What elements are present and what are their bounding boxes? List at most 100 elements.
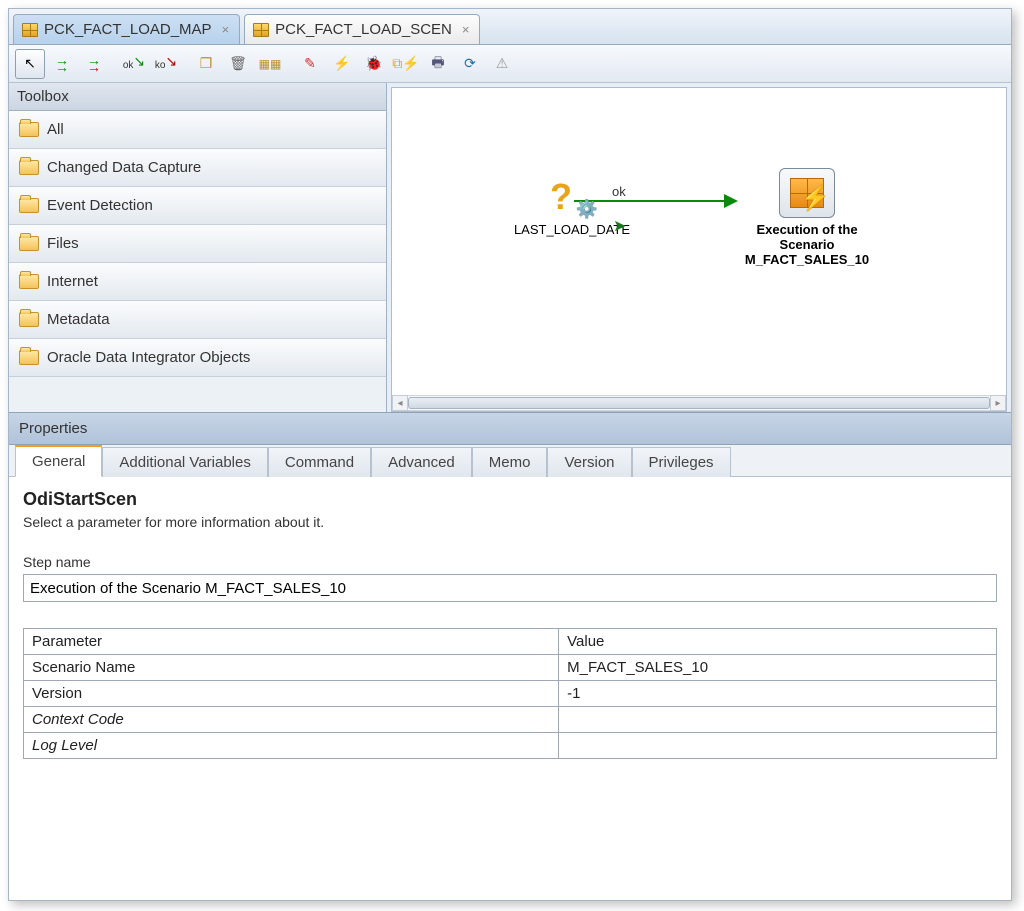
- refresh-button[interactable]: ⟳: [455, 49, 485, 79]
- ptab-label: Additional Variables: [119, 454, 250, 471]
- ok-flow-tool[interactable]: →→: [47, 49, 77, 79]
- debug-button[interactable]: 🐞: [359, 49, 389, 79]
- pencil-icon: ✎: [304, 55, 316, 72]
- package-icon: [253, 23, 269, 37]
- toolbox-cat-label: Files: [47, 235, 79, 252]
- ptab-privileges[interactable]: Privileges: [632, 447, 731, 477]
- properties-header: Properties: [9, 413, 1011, 445]
- ko-link-tool[interactable]: ko↘: [151, 49, 181, 79]
- ptab-version[interactable]: Version: [547, 447, 631, 477]
- node-scenario-execution[interactable]: ⚡ Execution of the Scenario M_FACT_SALES…: [722, 168, 892, 267]
- printer-icon: 🖶: [431, 52, 444, 76]
- properties-body: OdiStartScen Select a parameter for more…: [9, 477, 1011, 900]
- value-cell[interactable]: [559, 733, 997, 759]
- node-label: LAST_LOAD_DATE: [492, 222, 652, 237]
- ptab-label: Version: [564, 454, 614, 471]
- ko-arrow-icon: ko↘: [155, 55, 177, 72]
- param-cell: Log Level: [24, 733, 559, 759]
- step-name-input[interactable]: [23, 574, 997, 602]
- canvas-scrollbar[interactable]: ◂ ▸: [392, 395, 1006, 411]
- table-row[interactable]: Scenario Name M_FACT_SALES_10: [24, 655, 997, 681]
- tab-pck-fact-load-map[interactable]: PCK_FACT_LOAD_MAP ×: [13, 14, 240, 44]
- scroll-left-icon[interactable]: ◂: [392, 395, 408, 411]
- arrows-ko-icon: →→: [87, 57, 101, 71]
- param-cell: Scenario Name: [24, 655, 559, 681]
- toolbox-cat-label: Changed Data Capture: [47, 159, 201, 176]
- value-cell[interactable]: -1: [559, 681, 997, 707]
- print-button[interactable]: 🖶: [423, 49, 453, 79]
- ptab-advanced[interactable]: Advanced: [371, 447, 472, 477]
- ptab-label: Advanced: [388, 454, 455, 471]
- ptab-label: Memo: [489, 454, 531, 471]
- scroll-track[interactable]: [408, 395, 990, 411]
- pointer-tool[interactable]: ↖: [15, 49, 45, 79]
- ptab-label: Command: [285, 454, 354, 471]
- step-name-label: Step name: [23, 554, 997, 570]
- cursor-icon: ➤: [613, 216, 626, 236]
- ptab-general[interactable]: General: [15, 445, 102, 477]
- toolbox-title: Toolbox: [17, 88, 69, 105]
- ptab-additional-variables[interactable]: Additional Variables: [102, 447, 267, 477]
- ok-arrow-icon: ok↘: [123, 55, 145, 72]
- lightning-icon: ⚡: [333, 55, 350, 72]
- toolbox-cat-label: All: [47, 121, 64, 138]
- variable-icon: ? ⚙️ ➤: [548, 178, 596, 218]
- ko-flow-tool[interactable]: →→: [79, 49, 109, 79]
- toolbox-cat-label: Internet: [47, 273, 98, 290]
- edit-button[interactable]: ✎: [295, 49, 325, 79]
- ptab-memo[interactable]: Memo: [472, 447, 548, 477]
- folder-icon: [19, 122, 39, 137]
- value-cell[interactable]: M_FACT_SALES_10: [559, 655, 997, 681]
- ptab-label: General: [32, 453, 85, 470]
- toolbox-cat-internet[interactable]: Internet: [9, 263, 386, 301]
- toolbox-cat-metadata[interactable]: Metadata: [9, 301, 386, 339]
- ok-link-tool[interactable]: ok↘: [119, 49, 149, 79]
- tab-pck-fact-load-scen[interactable]: PCK_FACT_LOAD_SCEN ×: [244, 14, 480, 44]
- folder-icon: [19, 350, 39, 365]
- editor-tabbar: PCK_FACT_LOAD_MAP × PCK_FACT_LOAD_SCEN ×: [9, 9, 1011, 45]
- trash-icon: 🗑: [229, 55, 247, 72]
- properties-title: Properties: [19, 420, 87, 437]
- diagram-canvas[interactable]: ok ? ⚙️ ➤ LAST_LOAD_DATE ⚡ Execution of …: [391, 87, 1007, 412]
- toolbar: ↖ →→ →→ ok↘ ko↘ ❐ 🗑 ▦▦ ✎ ⚡ 🐞 ⧉⚡ 🖶 ⟳ ⚠: [9, 45, 1011, 83]
- parameter-table: Parameter Value Scenario Name M_FACT_SAL…: [23, 628, 997, 759]
- ptab-label: Privileges: [649, 454, 714, 471]
- folder-icon: [19, 160, 39, 175]
- table-row[interactable]: Log Level: [24, 733, 997, 759]
- toolbox-cat-event[interactable]: Event Detection: [9, 187, 386, 225]
- delete-button[interactable]: 🗑: [223, 49, 253, 79]
- table-row[interactable]: Context Code: [24, 707, 997, 733]
- table-header-row: Parameter Value: [24, 629, 997, 655]
- close-icon[interactable]: ×: [458, 22, 470, 37]
- table-row[interactable]: Version -1: [24, 681, 997, 707]
- cursor-icon: ↖: [24, 55, 36, 72]
- tab-label: PCK_FACT_LOAD_SCEN: [275, 21, 452, 38]
- value-cell[interactable]: [559, 707, 997, 733]
- refresh-icon: ⟳: [464, 55, 476, 72]
- node-label-line: M_FACT_SALES_10: [722, 252, 892, 267]
- toolbox-cat-all[interactable]: All: [9, 111, 386, 149]
- run-button[interactable]: ⚡: [327, 49, 357, 79]
- toolbox-cat-files[interactable]: Files: [9, 225, 386, 263]
- ptab-command[interactable]: Command: [268, 447, 371, 477]
- layout-button[interactable]: ▦▦: [255, 49, 285, 79]
- scroll-right-icon[interactable]: ▸: [990, 395, 1006, 411]
- toolbox-cat-odi[interactable]: Oracle Data Integrator Objects: [9, 339, 386, 377]
- lightning-icon: ⚡: [800, 184, 830, 213]
- tool-name: OdiStartScen: [23, 489, 997, 510]
- editor-body: Toolbox All Changed Data Capture Event D…: [9, 83, 1011, 413]
- duplicate-button[interactable]: ❐: [191, 49, 221, 79]
- editor-window: PCK_FACT_LOAD_MAP × PCK_FACT_LOAD_SCEN ×…: [8, 8, 1012, 901]
- validate-button[interactable]: ⚠: [487, 49, 517, 79]
- folder-icon: [19, 274, 39, 289]
- folder-icon: [19, 198, 39, 213]
- toolbox-cat-cdc[interactable]: Changed Data Capture: [9, 149, 386, 187]
- close-icon[interactable]: ×: [218, 22, 230, 37]
- folder-icon: [19, 312, 39, 327]
- package-icon: [22, 23, 38, 37]
- gears-icon: ⚙️: [576, 199, 598, 220]
- scroll-thumb[interactable]: [408, 397, 990, 409]
- node-variable-last-load-date[interactable]: ? ⚙️ ➤ LAST_LOAD_DATE: [492, 178, 652, 237]
- param-cell: Version: [24, 681, 559, 707]
- run-scenario-button[interactable]: ⧉⚡: [391, 49, 421, 79]
